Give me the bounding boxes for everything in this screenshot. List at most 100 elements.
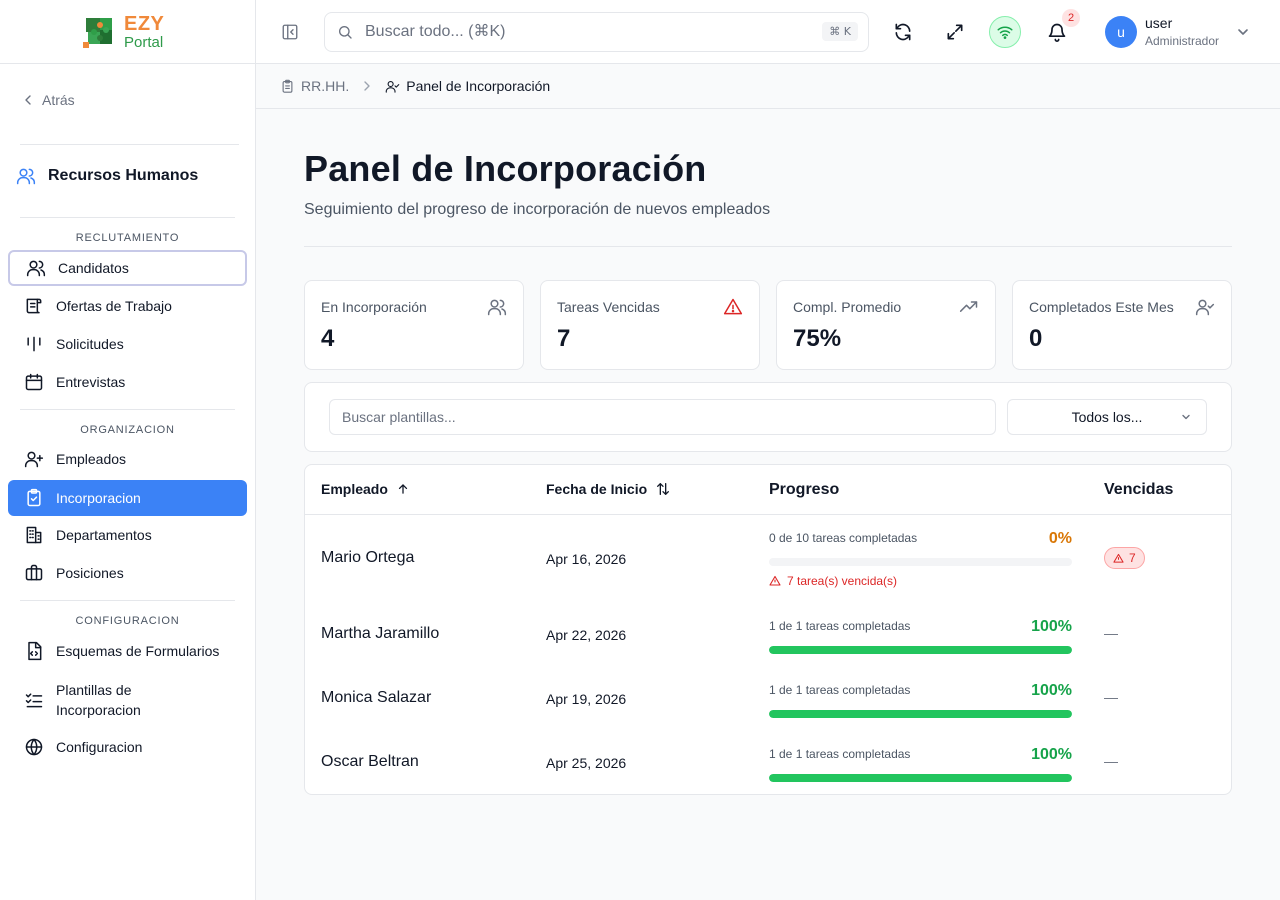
- list-check-icon: [24, 690, 44, 710]
- progress-bar-fill: [769, 710, 1072, 718]
- start-date: Apr 25, 2026: [546, 755, 627, 771]
- briefcase-icon: [24, 563, 44, 583]
- stat-value: 75%: [793, 325, 842, 352]
- connection-status[interactable]: [989, 16, 1021, 48]
- sidebar-item-entrevistas[interactable]: Entrevistas: [8, 364, 247, 400]
- employee-name: Martha Jaramillo: [321, 625, 440, 642]
- users-icon: [16, 166, 36, 186]
- user-check-icon: [1195, 297, 1215, 317]
- avatar[interactable]: u: [1105, 16, 1137, 48]
- chevron-left-icon: [22, 94, 34, 106]
- template-search-input[interactable]: [329, 399, 996, 435]
- sidebar-item-departamentos[interactable]: Departamentos: [8, 517, 247, 553]
- overdue-empty: —: [1104, 625, 1118, 641]
- stat-value: 7: [557, 325, 571, 352]
- sidebar-item-candidatos[interactable]: Candidatos: [8, 250, 247, 286]
- stat-card-average: Compl. Promedio 75%: [776, 280, 996, 370]
- employee-name: Mario Ortega: [321, 549, 415, 566]
- breadcrumb-parent[interactable]: RR.HH.: [301, 78, 349, 94]
- users-icon: [487, 297, 507, 317]
- module-title: Recursos Humanos: [48, 167, 199, 184]
- stat-label: En Incorporación: [321, 299, 427, 315]
- sidebar-divider: [20, 600, 235, 601]
- sidebar-item-label: Incorporacion: [56, 490, 141, 506]
- search-shortcut-badge: ⌘ K: [822, 22, 858, 41]
- overdue-note: 7 tarea(s) vencida(s): [769, 574, 897, 588]
- clipboard-icon: [280, 79, 295, 94]
- stat-card-onboarding: En Incorporación 4: [304, 280, 524, 370]
- logo-area: EZY Portal: [0, 0, 255, 64]
- module-header: Recursos Humanos: [16, 166, 198, 186]
- bell-icon: [1047, 22, 1067, 42]
- back-link[interactable]: Atrás: [22, 92, 75, 108]
- global-search[interactable]: ⌘ K: [324, 12, 869, 52]
- column-header-start-date[interactable]: Fecha de Inicio: [546, 481, 671, 497]
- sidebar-item-posiciones[interactable]: Posiciones: [8, 555, 247, 591]
- table-row[interactable]: Mario Ortega Apr 16, 2026 0 de 10 tareas…: [305, 515, 1231, 601]
- overdue-note-text: 7 tarea(s) vencida(s): [787, 574, 898, 588]
- status-filter-value: Todos los...: [1071, 409, 1143, 425]
- column-header-employee[interactable]: Empleado: [321, 481, 410, 497]
- sidebar-divider: [20, 217, 235, 218]
- sort-arrows-icon: [655, 481, 671, 497]
- sidebar-item-ofertas[interactable]: Ofertas de Trabajo: [8, 288, 247, 324]
- page-title: Panel de Incorporación: [304, 148, 707, 189]
- sidebar-item-label: Esquemas de Formularios: [56, 643, 220, 659]
- panel-left-icon: [281, 23, 299, 41]
- chevron-right-icon: [361, 80, 373, 92]
- stat-value: 0: [1029, 325, 1043, 352]
- arrow-up-icon: [396, 482, 410, 496]
- column-header-progress: Progreso: [769, 481, 839, 499]
- fullscreen-button[interactable]: [943, 20, 967, 44]
- sidebar-item-empleados[interactable]: Empleados: [8, 441, 247, 477]
- sidebar-item-esquemas[interactable]: Esquemas de Formularios: [8, 633, 247, 669]
- user-role: Administrador: [1145, 34, 1220, 48]
- trending-up-icon: [959, 297, 979, 317]
- table-row[interactable]: Monica Salazar Apr 19, 2026 1 de 1 tarea…: [305, 665, 1231, 729]
- progress-text: 1 de 1 tareas completadas: [769, 619, 911, 633]
- breadcrumb: RR.HH. Panel de Incorporación: [256, 64, 1280, 109]
- top-bar: ⌘ K 2 u user Administrador: [256, 0, 1280, 64]
- stat-label: Tareas Vencidas: [557, 299, 660, 315]
- table-row[interactable]: Martha Jaramillo Apr 22, 2026 1 de 1 tar…: [305, 601, 1231, 665]
- user-name[interactable]: user: [1145, 15, 1172, 31]
- column-header-label: Fecha de Inicio: [546, 481, 648, 497]
- chevron-down-icon[interactable]: [1236, 25, 1250, 39]
- sidebar-item-incorporacion[interactable]: Incorporacion: [8, 480, 247, 516]
- progress-percent: 100%: [1031, 746, 1072, 763]
- alert-triangle-icon: [1113, 553, 1124, 564]
- progress-bar-fill: [769, 774, 1072, 782]
- onboarding-table: Empleado Fecha de Inicio Progreso Vencid…: [304, 464, 1232, 795]
- column-header-label: Vencidas: [1104, 481, 1174, 498]
- status-filter-select[interactable]: Todos los...: [1007, 399, 1207, 435]
- overdue-count: 7: [1129, 551, 1136, 565]
- column-header-label: Progreso: [769, 481, 840, 498]
- sidebar-item-label: Candidatos: [58, 260, 129, 276]
- sidebar-item-solicitudes[interactable]: Solicitudes: [8, 326, 247, 362]
- scroll-icon: [24, 296, 44, 316]
- global-search-input[interactable]: [365, 23, 785, 41]
- stat-label: Completados Este Mes: [1029, 299, 1174, 315]
- sidebar-toggle-button[interactable]: [278, 20, 302, 44]
- start-date: Apr 22, 2026: [546, 627, 627, 643]
- calendar-icon: [24, 372, 44, 392]
- progress-text: 1 de 1 tareas completadas: [769, 683, 911, 697]
- progress-bar-fill: [769, 646, 1072, 654]
- sidebar-item-label: Plantillas de Incorporacion: [56, 680, 141, 720]
- table-row[interactable]: Oscar Beltran Apr 25, 2026 1 de 1 tareas…: [305, 729, 1231, 793]
- sidebar-item-configuracion[interactable]: Configuracion: [8, 729, 247, 765]
- bars-icon: [24, 334, 44, 354]
- logo-text-secondary: Portal: [124, 34, 164, 51]
- section-label-organization: ORGANIZACION: [80, 424, 175, 436]
- breadcrumb-current: Panel de Incorporación: [406, 78, 551, 94]
- progress-bar: [769, 710, 1072, 718]
- alert-triangle-icon: [723, 297, 743, 317]
- sidebar-item-label-line1: Plantillas de: [56, 682, 132, 698]
- main-content: RR.HH. Panel de Incorporación Panel de I…: [256, 64, 1280, 900]
- sidebar-item-plantillas[interactable]: Plantillas de Incorporacion: [8, 678, 247, 722]
- app-logo[interactable]: EZY Portal: [80, 12, 164, 52]
- stat-label: Compl. Promedio: [793, 299, 902, 315]
- logo-text-primary: EZY: [124, 13, 165, 35]
- refresh-button[interactable]: [891, 20, 915, 44]
- sidebar-item-label: Solicitudes: [56, 336, 124, 352]
